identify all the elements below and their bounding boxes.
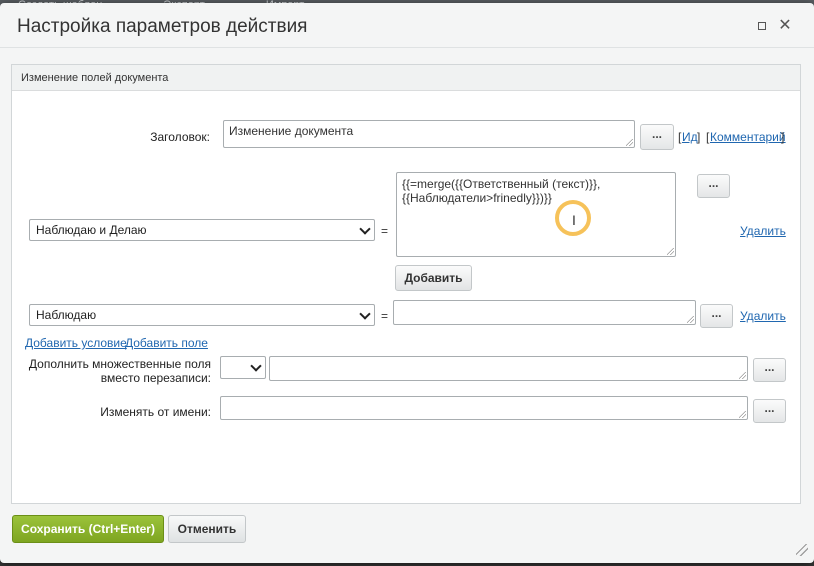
chevron-down-icon <box>359 223 371 235</box>
value-input-2[interactable] <box>393 300 696 325</box>
add-field-link[interactable]: Добавить поле <box>125 336 208 350</box>
heading-input[interactable]: Изменение документа <box>223 120 635 148</box>
value-dots-button-2[interactable]: ... <box>700 304 733 328</box>
delete-link-1[interactable]: Удалить <box>740 224 786 238</box>
value-line: {{=merge({{Ответственный (текст)}}, <box>402 177 601 191</box>
comment-link[interactable]: Комментарий <box>710 130 786 144</box>
resize-grip-icon[interactable] <box>796 544 808 556</box>
action-settings-dialog: Настройка параметров действия ✕ Изменени… <box>0 3 814 563</box>
heading-value: Изменение документа <box>229 124 354 138</box>
resize-grip-icon[interactable] <box>739 411 746 418</box>
value-dots-button-1[interactable]: ... <box>697 174 730 198</box>
resize-grip-icon[interactable] <box>739 372 746 379</box>
append-multi-dots-button[interactable]: ... <box>753 358 786 382</box>
text-cursor-icon: I <box>572 212 576 228</box>
field-select-2[interactable]: Наблюдаю <box>29 304 375 326</box>
value-line: {{Наблюдатели>frinedly}})}} <box>402 191 552 205</box>
dialog-titlebar[interactable]: Настройка параметров действия ✕ <box>0 3 814 48</box>
equals-sign: = <box>381 224 389 238</box>
dialog-title: Настройка параметров действия <box>17 16 308 37</box>
modify-as-label: Изменять от имени: <box>100 405 211 419</box>
heading-label: Заголовок: <box>150 130 210 144</box>
modify-as-dots-button[interactable]: ... <box>753 399 786 423</box>
resize-grip-icon[interactable] <box>687 316 694 323</box>
delete-link-2[interactable]: Удалить <box>740 309 786 323</box>
append-multi-label: Дополнить множественные поля вместо пере… <box>28 357 211 385</box>
resize-grip-icon[interactable] <box>626 139 633 146</box>
equals-sign: = <box>381 309 389 323</box>
cancel-button[interactable]: Отменить <box>168 515 246 543</box>
append-multi-input[interactable] <box>269 356 748 381</box>
maximize-icon[interactable] <box>756 19 770 33</box>
section-header: Изменение полей документа <box>12 65 800 91</box>
add-button[interactable]: Добавить <box>395 265 472 291</box>
id-link[interactable]: Ид <box>682 130 698 144</box>
modify-as-input[interactable] <box>220 396 748 420</box>
field-select-1[interactable]: Наблюдаю и Делаю <box>29 219 375 241</box>
chevron-down-icon <box>359 308 371 320</box>
save-button[interactable]: Сохранить (Ctrl+Enter) <box>12 515 164 543</box>
append-multi-select[interactable] <box>220 356 266 379</box>
resize-grip-icon[interactable] <box>667 248 674 255</box>
close-icon[interactable]: ✕ <box>778 18 792 34</box>
chevron-down-icon <box>250 360 262 372</box>
heading-dots-button[interactable]: ... <box>640 124 674 150</box>
section-title: Изменение полей документа <box>21 72 169 84</box>
field-select-2-value: Наблюдаю <box>36 308 97 322</box>
value-textarea-1[interactable]: {{=merge({{Ответственный (текст)}}, {{На… <box>396 172 676 257</box>
field-select-1-value: Наблюдаю и Делаю <box>36 223 147 237</box>
add-condition-link[interactable]: Добавить условие <box>25 336 127 350</box>
